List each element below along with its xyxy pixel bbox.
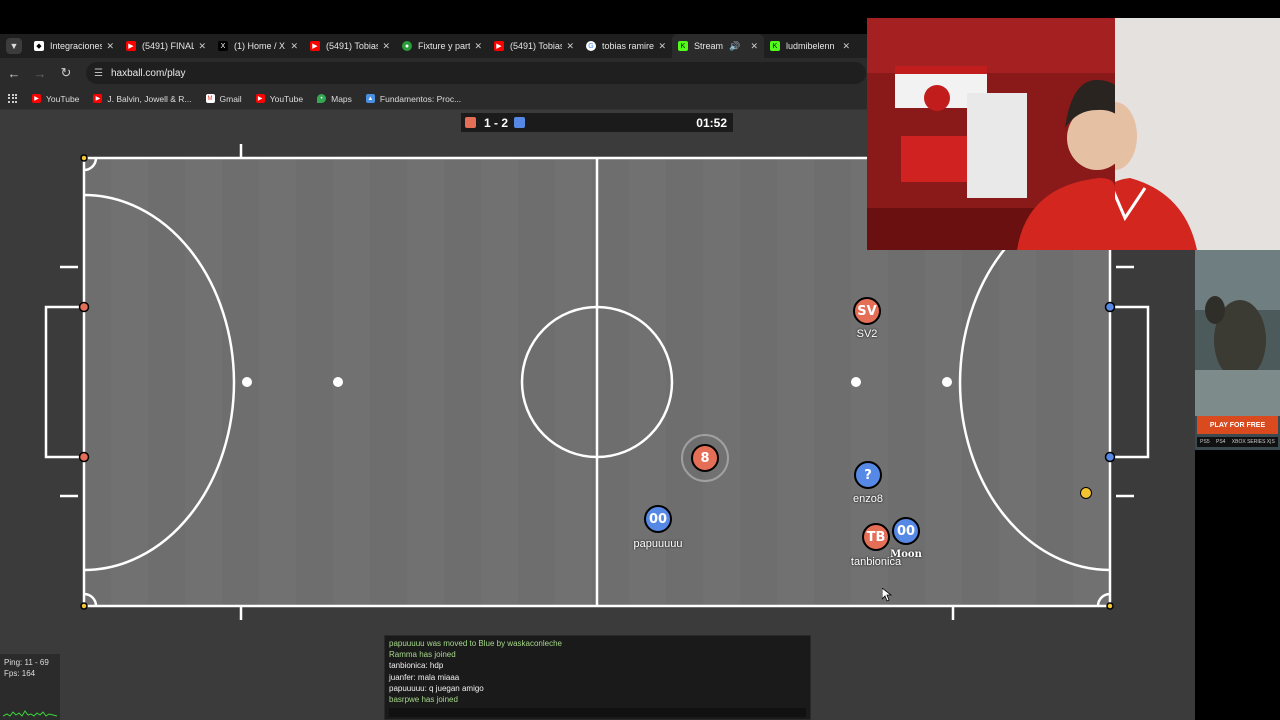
player-disc: 8 (691, 444, 719, 472)
ping-graph (3, 710, 57, 717)
screen: ▼ ◆ Integraciones ✕ ▶ (5491) FINAL ✕ X (1) Ho… (0, 0, 1280, 720)
webcam-wall (1080, 18, 1280, 250)
webcam-overlay (867, 18, 1115, 250)
corner-post (1106, 602, 1114, 610)
penalty-spot (242, 377, 252, 387)
player-disc: 00 (644, 505, 672, 533)
mouse-cursor-icon (882, 588, 892, 602)
penalty-spot (942, 377, 952, 387)
right-goal (1110, 305, 1150, 459)
chat-message: tanbionica: hdp (389, 661, 444, 671)
score: 1 - 2 (484, 115, 509, 130)
play-for-free-button[interactable]: PLAY FOR FREE (1197, 416, 1278, 434)
ball (1080, 487, 1092, 499)
chat-message: basrpwe has joined (389, 695, 458, 705)
side-panel (1195, 450, 1280, 720)
left-goal (44, 305, 84, 459)
scoreboard: 1 - 2 01:52 (461, 113, 733, 132)
penalty-spot (333, 377, 343, 387)
player-disc: 00 (892, 517, 920, 545)
player-disc: SV (853, 297, 881, 325)
net-stats: Ping: 11 - 69 Fps: 164 (0, 654, 60, 720)
advertisement[interactable]: PLAY FOR FREE PS5 PS4 XBOX SERIES X|S (1195, 250, 1280, 450)
blue-team-icon (514, 117, 526, 128)
player-disc: TB (862, 523, 890, 551)
chat-message: papuuuuu was moved to Blue by waskaconle… (389, 639, 562, 648)
chat-message: papuuuuu: q juegan amigo (389, 683, 484, 693)
player-name: SV2 (856, 328, 878, 340)
chat-box: papuuuuu was moved to Blue by waskaconle… (384, 635, 811, 720)
platform-list: PS5 PS4 XBOX SERIES X|S (1197, 437, 1278, 447)
player-name: papuuuuu (633, 538, 683, 550)
ad-image (1195, 250, 1280, 416)
penalty-spot (851, 377, 861, 387)
player-name: enzo8 (853, 493, 883, 505)
webcam-image-right (1080, 18, 1280, 250)
chat-message: juanfer: mala miaaa (389, 672, 460, 682)
goal-post (1104, 301, 1116, 313)
webcam-image (867, 18, 1115, 250)
match-time: 01:52 (696, 115, 727, 130)
ping-text: Ping: 11 - 69 (4, 658, 49, 667)
fps-text: Fps: 164 (4, 669, 36, 678)
goal-post (1104, 451, 1116, 463)
chat-input[interactable] (389, 708, 806, 717)
red-team-icon (465, 117, 476, 128)
goal-post (78, 301, 90, 313)
corner-post (80, 602, 88, 610)
player-name: Moon (890, 549, 922, 560)
goal-post (78, 451, 90, 463)
corner-post (80, 154, 88, 162)
player-disc: ? (854, 461, 882, 489)
chat-message: Ramma has joined (389, 650, 456, 660)
